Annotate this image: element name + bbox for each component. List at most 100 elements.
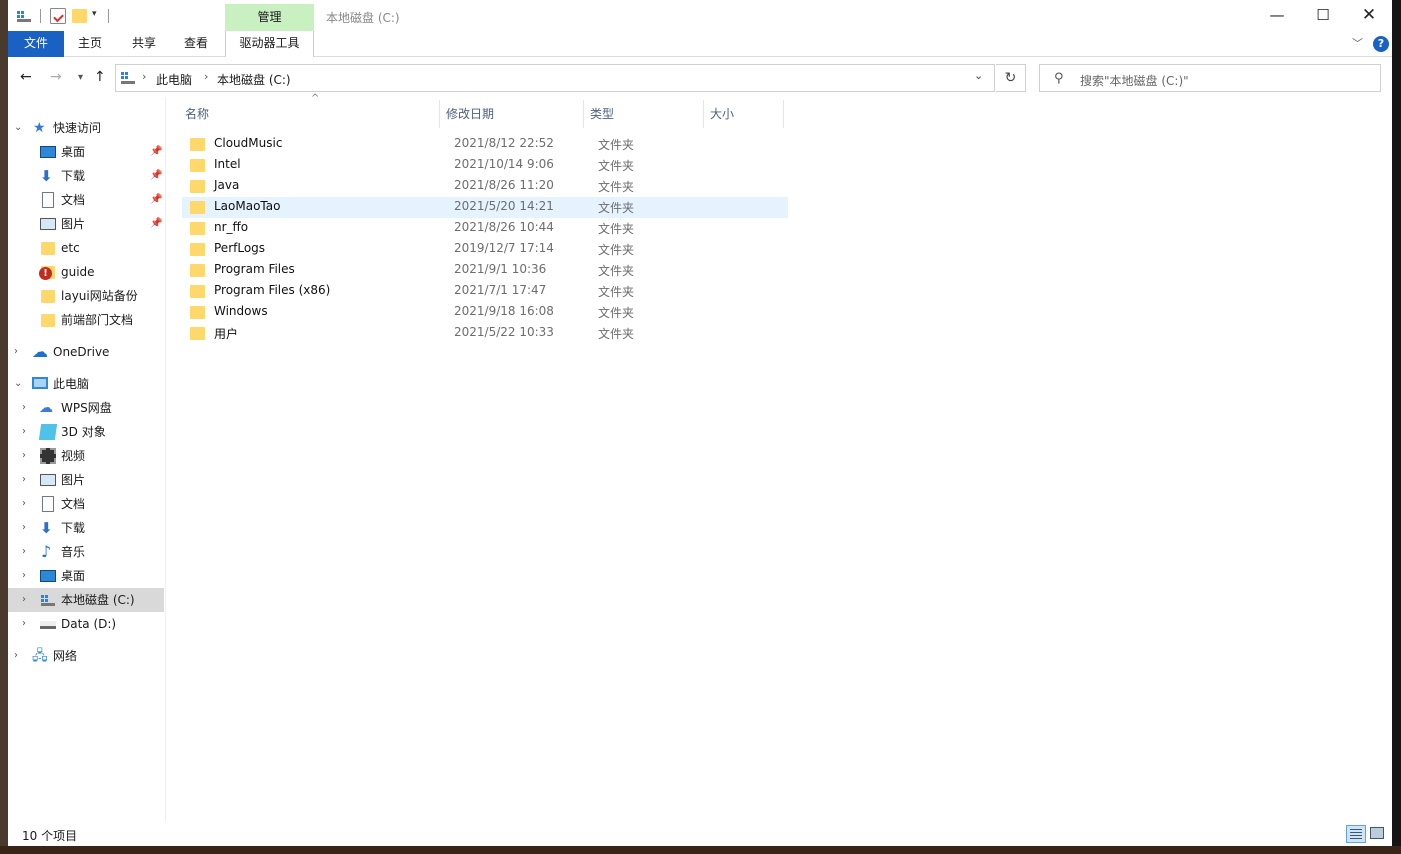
tab-home[interactable]: 主页 <box>74 31 106 57</box>
nav-item-local-disk-c[interactable]: › 本地磁盘 (C:) <box>8 588 164 612</box>
back-arrow-icon[interactable]: ← <box>20 69 32 85</box>
nav-item-desktop-pc[interactable]: › 桌面 <box>8 564 164 588</box>
nav-label: 图片 <box>61 473 86 487</box>
table-row[interactable]: Program Files 2021/9/1 10:36 文件夹 <box>182 260 788 281</box>
nav-item-guide[interactable]: ! guide <box>8 260 164 284</box>
nav-this-pc[interactable]: ⌄ 此电脑 <box>8 372 164 396</box>
breadcrumb-this-pc[interactable]: 此电脑 <box>156 71 192 88</box>
nav-item-layui-backup[interactable]: layui网站备份 <box>8 284 164 308</box>
maximize-button[interactable]: ☐ <box>1300 0 1346 31</box>
nav-item-wps[interactable]: › ☁ WPS网盘 <box>8 396 164 420</box>
nav-item-data-d[interactable]: › Data (D:) <box>8 612 164 636</box>
file-name: Program Files <box>214 262 295 276</box>
table-row[interactable]: PerfLogs 2019/12/7 17:14 文件夹 <box>182 239 788 260</box>
folder-icon <box>41 314 55 327</box>
large-icons-view-icon[interactable] <box>1370 827 1384 839</box>
nav-item-music[interactable]: › ♪ 音乐 <box>8 540 164 564</box>
chevron-right-icon[interactable]: › <box>22 564 26 588</box>
nav-item-pictures[interactable]: 图片 📌 <box>8 212 164 236</box>
folder-icon <box>190 138 205 151</box>
chevron-right-icon[interactable]: › <box>142 70 146 83</box>
chevron-down-icon[interactable]: ⌄ <box>974 69 983 82</box>
3d-objects-icon <box>38 424 58 440</box>
file-name: 用户 <box>214 327 239 341</box>
column-divider[interactable] <box>703 100 704 128</box>
recent-locations-icon[interactable]: ▾ <box>78 72 83 83</box>
nav-label: 桌面 <box>61 145 86 159</box>
pin-icon[interactable]: 📌 <box>150 212 162 236</box>
table-row[interactable]: CloudMusic 2021/8/12 22:52 文件夹 <box>182 134 788 155</box>
chevron-right-icon[interactable]: › <box>22 588 26 612</box>
chevron-right-icon[interactable]: › <box>14 340 18 364</box>
address-bar[interactable]: › 此电脑 › 本地磁盘 (C:) <box>115 64 995 92</box>
pin-icon[interactable]: 📌 <box>150 164 162 188</box>
chevron-down-icon[interactable]: ⌄ <box>14 372 22 396</box>
search-input[interactable]: ⚲ 搜索"本地磁盘 (C:)" <box>1039 64 1381 92</box>
details-view-icon[interactable] <box>1346 825 1366 843</box>
table-row[interactable]: 用户 2021/5/22 10:33 文件夹 <box>182 323 788 344</box>
nav-label: guide <box>61 265 95 279</box>
customize-toolbar-icon[interactable]: ▾ <box>92 9 102 25</box>
nav-label: 文档 <box>61 193 86 207</box>
up-arrow-icon[interactable]: ↑ <box>94 69 106 85</box>
nav-item-downloads-pc[interactable]: › ⬇ 下载 <box>8 516 164 540</box>
chevron-right-icon[interactable]: › <box>22 444 26 468</box>
close-button[interactable]: ✕ <box>1346 0 1392 31</box>
column-header-type[interactable]: 类型 <box>590 97 614 129</box>
nav-item-frontend-docs[interactable]: 前端部门文档 <box>8 308 164 332</box>
expand-ribbon-icon[interactable]: ﹀ <box>1352 35 1363 51</box>
table-row-hovered[interactable]: LaoMaoTao 2021/5/20 14:21 文件夹 <box>182 197 788 218</box>
desktop-edge-right <box>1392 0 1401 854</box>
chevron-down-icon[interactable]: ⌄ <box>14 116 22 140</box>
file-date: 2021/7/1 17:47 <box>454 283 547 297</box>
tab-drive-tools[interactable]: 驱动器工具 <box>225 31 314 57</box>
nav-item-desktop[interactable]: 桌面 📌 <box>8 140 164 164</box>
tab-view[interactable]: 查看 <box>180 31 212 57</box>
chevron-right-icon[interactable]: › <box>14 644 18 668</box>
forward-arrow-icon[interactable]: → <box>50 69 62 85</box>
chevron-right-icon[interactable]: › <box>22 396 26 420</box>
chevron-right-icon[interactable]: › <box>22 420 26 444</box>
nav-item-videos[interactable]: › 视频 <box>8 444 164 468</box>
column-header-name[interactable]: 名称 <box>185 97 209 129</box>
nav-item-documents-pc[interactable]: › 文档 <box>8 492 164 516</box>
toolbar-separator <box>40 9 41 23</box>
pin-icon[interactable]: 📌 <box>150 140 162 164</box>
tab-file[interactable]: 文件 <box>8 31 64 57</box>
chevron-right-icon[interactable]: › <box>22 492 26 516</box>
tab-share[interactable]: 共享 <box>128 31 160 57</box>
table-row[interactable]: Program Files (x86) 2021/7/1 17:47 文件夹 <box>182 281 788 302</box>
chevron-right-icon[interactable]: › <box>22 540 26 564</box>
nav-item-downloads[interactable]: ⬇ 下载 📌 <box>8 164 164 188</box>
tab-manage[interactable]: 管理 <box>225 4 314 31</box>
column-divider[interactable] <box>439 100 440 128</box>
nav-item-etc[interactable]: etc <box>8 236 164 260</box>
file-date: 2021/9/1 10:36 <box>454 262 547 276</box>
nav-item-3d[interactable]: › 3D 对象 <box>8 420 164 444</box>
nav-onedrive[interactable]: › ☁ OneDrive <box>8 340 164 364</box>
chevron-right-icon[interactable]: › <box>22 612 26 636</box>
new-folder-icon[interactable] <box>72 9 87 23</box>
column-header-size[interactable]: 大小 <box>710 97 734 129</box>
pin-icon[interactable]: 📌 <box>150 188 162 212</box>
column-divider[interactable] <box>583 100 584 128</box>
help-icon[interactable]: ? <box>1373 36 1389 52</box>
minimize-button[interactable]: — <box>1254 0 1300 31</box>
nav-item-pictures-pc[interactable]: › 图片 <box>8 468 164 492</box>
chevron-right-icon[interactable]: › <box>22 516 26 540</box>
refresh-button[interactable]: ↻ <box>996 64 1026 92</box>
nav-item-documents[interactable]: 文档 📌 <box>8 188 164 212</box>
table-row[interactable]: Java 2021/8/26 11:20 文件夹 <box>182 176 788 197</box>
column-header-modified[interactable]: 修改日期 <box>446 97 494 129</box>
file-name: Java <box>214 178 240 192</box>
properties-icon[interactable] <box>50 8 66 24</box>
table-row[interactable]: nr_ffo 2021/8/26 10:44 文件夹 <box>182 218 788 239</box>
chevron-right-icon[interactable]: › <box>204 70 208 83</box>
chevron-right-icon[interactable]: › <box>22 468 26 492</box>
column-divider[interactable] <box>783 100 784 128</box>
breadcrumb-local-disk[interactable]: 本地磁盘 (C:) <box>217 71 291 88</box>
table-row[interactable]: Intel 2021/10/14 9:06 文件夹 <box>182 155 788 176</box>
nav-quick-access[interactable]: ⌄ ★ 快速访问 <box>8 116 164 140</box>
table-row[interactable]: Windows 2021/9/18 16:08 文件夹 <box>182 302 788 323</box>
nav-network[interactable]: › 🖧 网络 <box>8 644 164 668</box>
